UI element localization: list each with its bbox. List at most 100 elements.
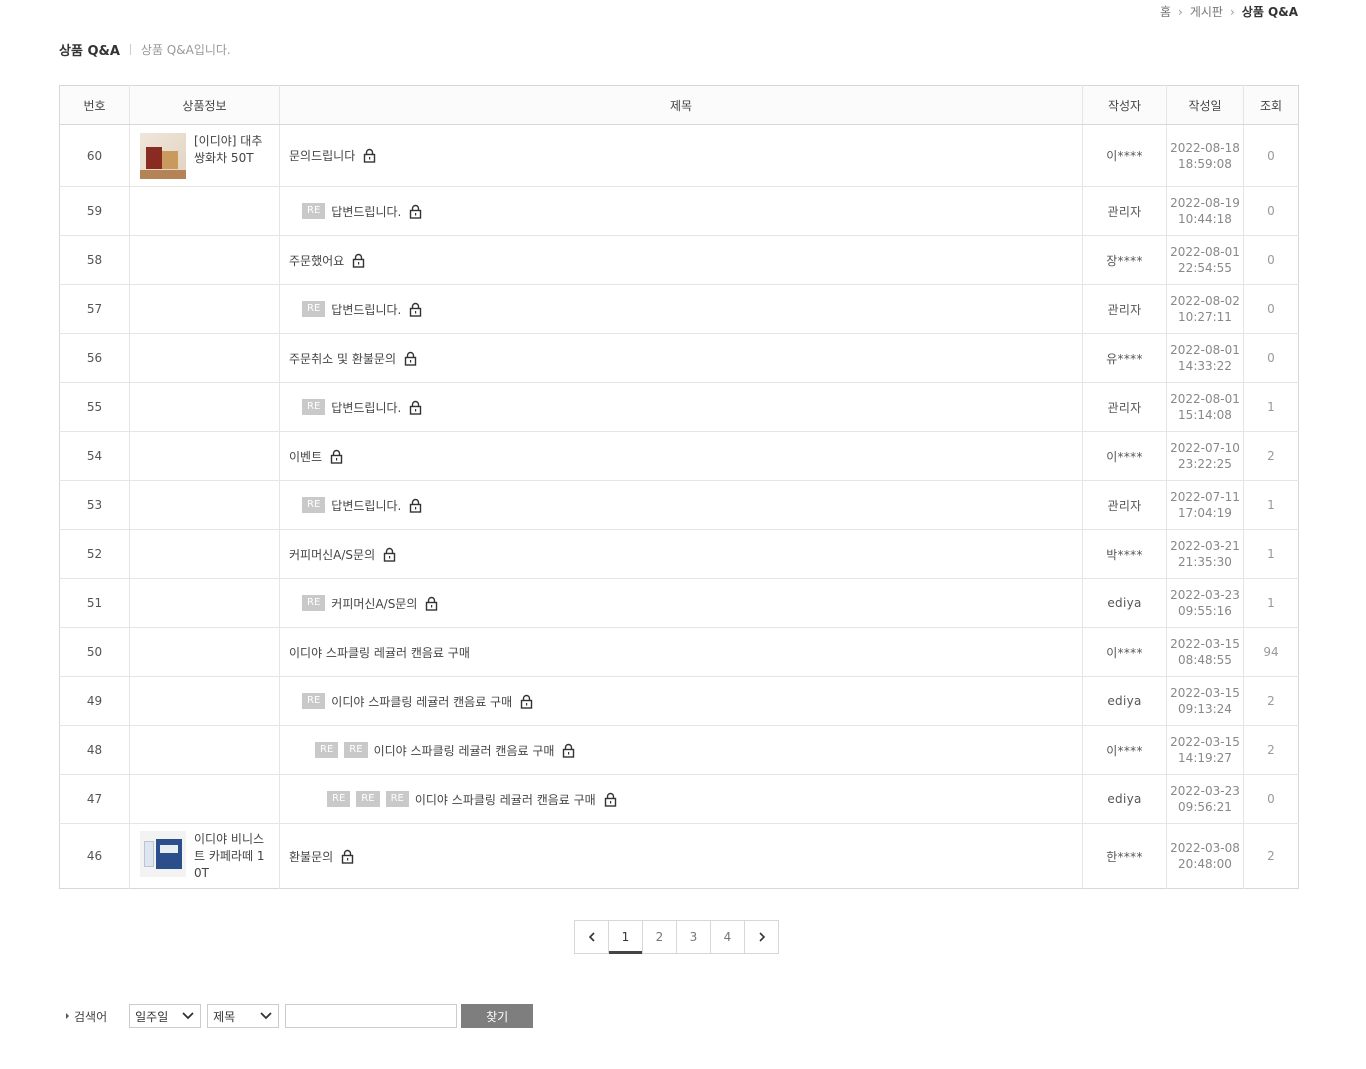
table-row[interactable]: 46 이디야 비니스트 카페라떼 10T 환불문의 한**** 2022-03-… [59,823,1299,889]
header-date: 작성일 [1166,85,1244,125]
header-no: 번호 [59,85,130,125]
product-name[interactable]: [이디야] 대추쌍화차 50T [194,133,269,167]
table-row[interactable]: 49 RE 이디야 스파클링 레귤러 캔음료 구매 ediya 2022-03-1… [59,676,1299,726]
page-2[interactable]: 2 [642,920,677,954]
product-info[interactable]: 이디야 비니스트 카페라떼 10T [129,823,280,889]
table-row[interactable]: 48 RE RE 이디야 스파클링 레귤러 캔음료 구매 이**** 2022-03… [59,725,1299,775]
row-writer: ediya [1082,774,1167,824]
prev-page-button[interactable] [574,920,609,954]
subject-link[interactable]: 커피머신A/S문의 [331,597,417,611]
breadcrumb-home[interactable]: 홈 [1160,3,1171,20]
row-writer: 장**** [1082,235,1167,285]
row-hits: 2 [1243,431,1299,481]
reply-badge: RE [356,791,380,807]
row-writer: 이**** [1082,627,1167,677]
row-date: 2022-08-01 15:14:08 [1166,382,1244,432]
table-row[interactable]: 47 RE RE RE 이디야 스파클링 레귤러 캔음료 구매 ediya 2022-… [59,774,1299,824]
subject-link[interactable]: 주문취소 및 환불문의 [289,352,396,366]
row-subject[interactable]: RE 커피머신A/S문의 [279,578,1083,628]
product-info[interactable]: [이디야] 대추쌍화차 50T [129,124,280,187]
product-info [129,186,280,236]
row-no: 47 [59,774,130,824]
row-subject[interactable]: 커피머신A/S문의 [279,529,1083,579]
row-subject[interactable]: RE 답변드립니다. [279,186,1083,236]
row-subject[interactable]: 이디야 스파클링 레귤러 캔음료 구매 [279,627,1083,677]
table-row[interactable]: 53 RE 답변드립니다. 관리자 2022-07-11 17:04:19 1 [59,480,1299,530]
row-date: 2022-08-18 18:59:08 [1166,124,1244,187]
table-row[interactable]: 59 RE 답변드립니다. 관리자 2022-08-19 10:44:18 0 [59,186,1299,236]
search-input[interactable] [285,1004,458,1028]
breadcrumb-board[interactable]: 게시판 [1190,3,1223,20]
row-no: 53 [59,480,130,530]
product-thumbnail[interactable] [140,830,186,877]
row-subject[interactable]: 환불문의 [279,823,1083,889]
table-row[interactable]: 52 커피머신A/S문의 박**** 2022-03-21 21:35:30 1 [59,529,1299,579]
lock-icon [352,253,365,268]
subject-link[interactable]: 커피머신A/S문의 [289,548,375,562]
table-row[interactable]: 57 RE 답변드립니다. 관리자 2022-08-02 10:27:11 0 [59,284,1299,334]
table-row[interactable]: 55 RE 답변드립니다. 관리자 2022-08-01 15:14:08 1 [59,382,1299,432]
date-time: 14:19:27 [1178,751,1232,765]
date-time: 23:22:25 [1178,457,1232,471]
subject-link[interactable]: 이디야 스파클링 레귤러 캔음료 구매 [289,646,470,660]
subject-link[interactable]: 문의드립니다 [289,149,355,163]
row-hits: 94 [1243,627,1299,677]
table-row[interactable]: 54 이벤트 이**** 2022-07-10 23:22:25 2 [59,431,1299,481]
row-subject[interactable]: 이벤트 [279,431,1083,481]
table-row[interactable]: 51 RE 커피머신A/S문의 ediya 2022-03-23 09:55:16 … [59,578,1299,628]
header-product: 상품정보 [129,85,280,125]
row-writer: 관리자 [1082,186,1167,236]
page-3[interactable]: 3 [676,920,711,954]
row-no: 55 [59,382,130,432]
row-subject[interactable]: RE 답변드립니다. [279,480,1083,530]
search-button[interactable]: 찾기 [461,1004,534,1028]
product-name[interactable]: 이디야 비니스트 카페라떼 10T [194,831,269,882]
date-time: 09:55:16 [1178,604,1232,618]
lock-icon [426,596,438,611]
date-time: 18:59:08 [1178,156,1232,171]
page-4[interactable]: 4 [710,920,745,954]
date-time: 22:54:55 [1178,261,1232,275]
table-row[interactable]: 60 [이디야] 대추쌍화차 50T 문의드립니다 이**** 2022-08-… [59,124,1299,187]
subject-link[interactable]: 답변드립니다. [331,205,401,219]
subject-link[interactable]: 환불문의 [289,850,333,864]
product-thumbnail[interactable] [140,132,186,179]
period-select[interactable]: 일주일 [129,1004,202,1028]
row-subject[interactable]: RE 답변드립니다. [279,382,1083,432]
reply-badge: RE [302,203,326,219]
row-no: 58 [59,235,130,285]
row-subject[interactable]: RE 답변드립니다. [279,284,1083,334]
subject-link[interactable]: 답변드립니다. [331,401,401,415]
row-subject[interactable]: RE RE RE 이디야 스파클링 레귤러 캔음료 구매 [279,774,1083,824]
subject-link[interactable]: 주문했어요 [289,254,344,268]
search-label: 검색어 [66,1008,107,1025]
row-writer: 이**** [1082,431,1167,481]
row-subject[interactable]: RE RE 이디야 스파클링 레귤러 캔음료 구매 [279,725,1083,775]
date-time: 10:27:11 [1178,310,1232,324]
table-row[interactable]: 56 주문취소 및 환불문의 유**** 2022-08-01 14:33:22 … [59,333,1299,383]
lock-icon [341,849,354,864]
product-info [129,235,280,285]
row-hits: 1 [1243,382,1299,432]
row-hits: 0 [1243,333,1299,383]
table-row[interactable]: 50 이디야 스파클링 레귤러 캔음료 구매 이**** 2022-03-15 0… [59,627,1299,677]
row-subject[interactable]: 주문했어요 [279,235,1083,285]
row-date: 2022-08-19 10:44:18 [1166,186,1244,236]
table-row[interactable]: 58 주문했어요 장**** 2022-08-01 22:54:55 0 [59,235,1299,285]
subject-link[interactable]: 이디야 스파클링 레귤러 캔음료 구매 [415,793,596,807]
row-subject[interactable]: RE 이디야 스파클링 레귤러 캔음료 구매 [279,676,1083,726]
subject-link[interactable]: 이디야 스파클링 레귤러 캔음료 구매 [331,695,512,709]
lock-icon [409,302,422,317]
subject-link[interactable]: 답변드립니다. [331,499,401,513]
field-select[interactable]: 제목 [207,1004,280,1028]
subject-link[interactable]: 이디야 스파클링 레귤러 캔음료 구매 [374,744,555,758]
next-page-button[interactable] [744,920,779,954]
subject-link[interactable]: 답변드립니다. [331,303,401,317]
page-1[interactable]: 1 [608,920,643,954]
row-subject[interactable]: 주문취소 및 환불문의 [279,333,1083,383]
subject-link[interactable]: 이벤트 [289,450,322,464]
row-no: 49 [59,676,130,726]
row-subject[interactable]: 문의드립니다 [279,124,1083,187]
row-hits: 0 [1243,235,1299,285]
header-writer: 작성자 [1082,85,1167,125]
